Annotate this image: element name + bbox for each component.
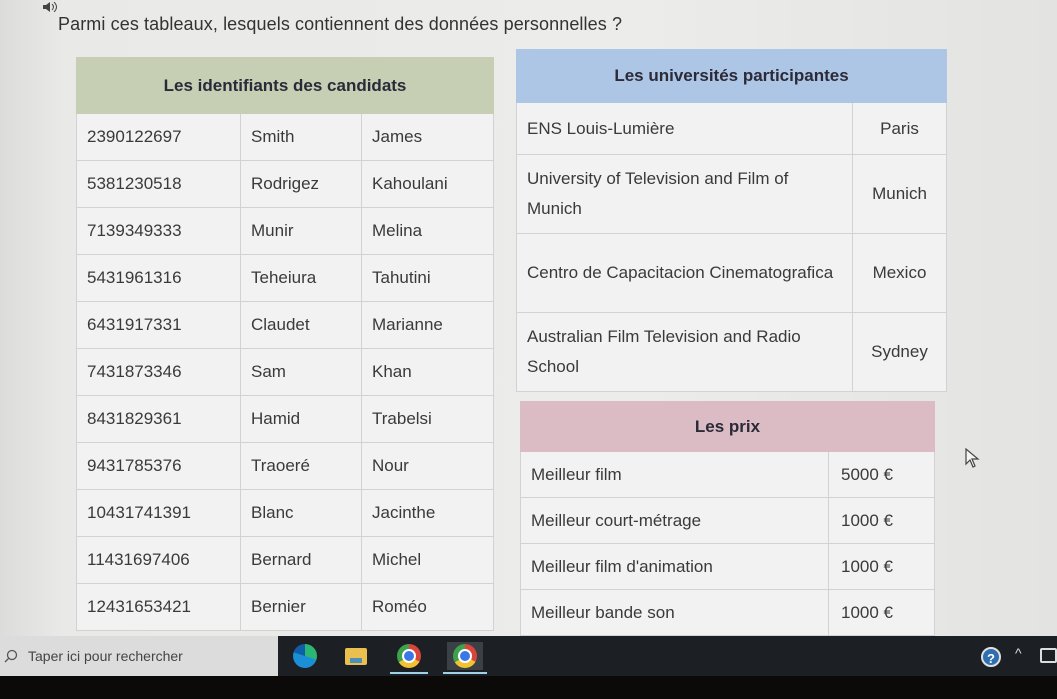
candidate-last-name: Bernard bbox=[240, 536, 362, 584]
university-row: University of Television and Film of Mun… bbox=[516, 154, 947, 234]
candidate-first-name: Marianne bbox=[361, 301, 494, 349]
taskbar-app-chrome[interactable] bbox=[390, 642, 428, 674]
candidate-id: 8431829361 bbox=[76, 395, 241, 443]
prize-row: Meilleur court-métrage 1000 € bbox=[520, 497, 935, 544]
candidate-last-name: Sam bbox=[240, 348, 362, 396]
university-row: ENS Louis-Lumière Paris bbox=[516, 102, 947, 155]
prize-row: Meilleur bande son 1000 € bbox=[520, 589, 935, 636]
prize-label: Meilleur bande son bbox=[520, 589, 829, 636]
speaker-icon[interactable] bbox=[42, 1, 58, 13]
candidate-id: 5381230518 bbox=[76, 160, 241, 208]
university-city: Sydney bbox=[852, 312, 947, 392]
notification-icon[interactable] bbox=[1040, 648, 1057, 663]
candidate-row: 8431829361 Hamid Trabelsi bbox=[76, 395, 494, 443]
universities-table: Les universités participantes ENS Louis-… bbox=[516, 49, 947, 392]
prize-label: Meilleur film d'animation bbox=[520, 543, 829, 590]
search-placeholder: Taper ici pour rechercher bbox=[28, 648, 183, 664]
candidate-first-name: James bbox=[361, 113, 494, 161]
candidate-row: 2390122697 Smith James bbox=[76, 113, 494, 161]
candidate-id: 7139349333 bbox=[76, 207, 241, 255]
candidate-last-name: Teheiura bbox=[240, 254, 362, 302]
candidate-last-name: Traoeré bbox=[240, 442, 362, 490]
chrome-icon bbox=[397, 644, 421, 668]
help-icon[interactable]: ? bbox=[981, 647, 1001, 667]
folder-icon bbox=[345, 647, 367, 665]
candidates-title: Les identifiants des candidats bbox=[76, 57, 494, 114]
question-text: Parmi ces tableaux, lesquels contiennent… bbox=[58, 14, 623, 34]
candidate-id: 6431917331 bbox=[76, 301, 241, 349]
mouse-pointer-icon bbox=[965, 447, 981, 470]
university-row: Australian Film Television and Radio Sch… bbox=[516, 312, 947, 392]
candidate-first-name: Tahutini bbox=[361, 254, 494, 302]
prize-label: Meilleur court-métrage bbox=[520, 497, 829, 544]
candidate-id: 11431697406 bbox=[76, 536, 241, 584]
candidate-last-name: Hamid bbox=[240, 395, 362, 443]
candidate-first-name: Roméo bbox=[361, 583, 494, 631]
university-name: ENS Louis-Lumière bbox=[516, 102, 853, 155]
candidates-table: Les identifiants des candidats 239012269… bbox=[76, 57, 494, 631]
page-content: Parmi ces tableaux, lesquels contiennent… bbox=[0, 0, 1057, 636]
taskbar-app-file-explorer[interactable] bbox=[341, 642, 371, 670]
candidate-id: 10431741391 bbox=[76, 489, 241, 537]
candidate-first-name: Trabelsi bbox=[361, 395, 494, 443]
search-icon bbox=[4, 649, 18, 663]
university-name: Centro de Capacitacion Cinematografica bbox=[516, 233, 853, 313]
chevron-up-icon[interactable]: ^ bbox=[1015, 645, 1022, 661]
university-name: University of Television and Film of Mun… bbox=[516, 154, 853, 234]
university-name: Australian Film Television and Radio Sch… bbox=[516, 312, 853, 392]
candidate-first-name: Melina bbox=[361, 207, 494, 255]
prize-label: Meilleur film bbox=[520, 451, 829, 498]
candidate-last-name: Rodrigez bbox=[240, 160, 362, 208]
university-row: Centro de Capacitacion Cinematografica Me… bbox=[516, 233, 947, 313]
candidate-id: 12431653421 bbox=[76, 583, 241, 631]
prize-amount: 5000 € bbox=[828, 451, 935, 498]
candidate-last-name: Smith bbox=[240, 113, 362, 161]
candidate-last-name: Claudet bbox=[240, 301, 362, 349]
candidate-id: 5431961316 bbox=[76, 254, 241, 302]
university-city: Paris bbox=[852, 102, 947, 155]
candidate-row: 5381230518 Rodrigez Kahoulani bbox=[76, 160, 494, 208]
candidate-row: 7139349333 Munir Melina bbox=[76, 207, 494, 255]
candidate-row: 5431961316 Teheiura Tahutini bbox=[76, 254, 494, 302]
candidate-row: 7431873346 Sam Khan bbox=[76, 348, 494, 396]
prize-amount: 1000 € bbox=[828, 589, 935, 636]
chrome-icon bbox=[453, 644, 477, 668]
candidate-row: 12431653421 Bernier Roméo bbox=[76, 583, 494, 631]
candidate-row: 6431917331 Claudet Marianne bbox=[76, 301, 494, 349]
candidate-last-name: Munir bbox=[240, 207, 362, 255]
prize-amount: 1000 € bbox=[828, 543, 935, 590]
prizes-title: Les prix bbox=[520, 401, 935, 452]
candidate-id: 9431785376 bbox=[76, 442, 241, 490]
screen-bezel bbox=[0, 676, 1057, 699]
candidate-last-name: Bernier bbox=[240, 583, 362, 631]
candidate-row: 11431697406 Bernard Michel bbox=[76, 536, 494, 584]
taskbar-app-chrome-profile[interactable] bbox=[443, 642, 487, 674]
candidate-id: 7431873346 bbox=[76, 348, 241, 396]
prizes-table: Les prix Meilleur film 5000 € Meilleur cou… bbox=[520, 401, 935, 636]
prize-row: Meilleur film d'animation 1000 € bbox=[520, 543, 935, 590]
prize-amount: 1000 € bbox=[828, 497, 935, 544]
university-city: Mexico bbox=[852, 233, 947, 313]
candidate-row: 10431741391 Blanc Jacinthe bbox=[76, 489, 494, 537]
candidate-first-name: Nour bbox=[361, 442, 494, 490]
candidate-first-name: Jacinthe bbox=[361, 489, 494, 537]
university-city: Munich bbox=[852, 154, 947, 234]
candidate-last-name: Blanc bbox=[240, 489, 362, 537]
candidate-first-name: Michel bbox=[361, 536, 494, 584]
candidate-row: 9431785376 Traoeré Nour bbox=[76, 442, 494, 490]
edge-icon bbox=[293, 644, 317, 668]
candidate-first-name: Kahoulani bbox=[361, 160, 494, 208]
candidate-first-name: Khan bbox=[361, 348, 494, 396]
candidate-id: 2390122697 bbox=[76, 113, 241, 161]
universities-title: Les universités participantes bbox=[516, 49, 947, 103]
prize-row: Meilleur film 5000 € bbox=[520, 451, 935, 498]
taskbar-search-input[interactable]: Taper ici pour rechercher bbox=[0, 636, 278, 676]
taskbar-app-edge[interactable] bbox=[290, 642, 320, 670]
